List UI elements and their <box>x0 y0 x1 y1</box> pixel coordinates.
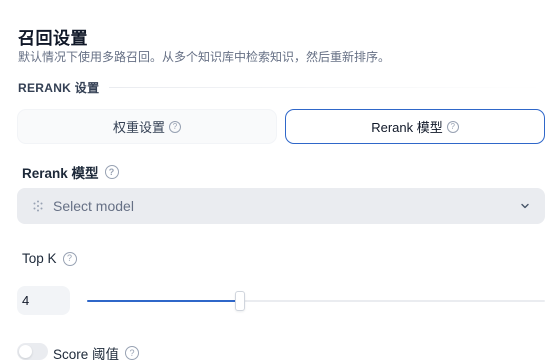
page-subtitle: 默认情况下使用多路召回。从多个知识库中检索知识，然后重新排序。 <box>18 50 391 64</box>
page-title: 召回设置 <box>18 29 88 48</box>
help-circle-icon[interactable]: ? <box>62 251 77 266</box>
tab-weight-settings[interactable]: 权重设置 ? <box>17 109 277 144</box>
select-placeholder: Select model <box>53 198 134 214</box>
chevron-down-icon <box>519 200 531 212</box>
section-divider <box>109 86 545 88</box>
top-k-label-row: Top K ? <box>22 251 77 266</box>
slider-thumb[interactable] <box>235 291 245 311</box>
top-k-input[interactable] <box>17 286 70 315</box>
top-k-label: Top K <box>22 251 57 266</box>
score-threshold-label: Score 阈值 <box>53 347 120 360</box>
rerank-model-select[interactable]: Select model <box>17 188 545 224</box>
help-circle-icon[interactable]: ? <box>104 165 119 179</box>
help-circle-icon[interactable]: ? <box>169 120 181 133</box>
score-threshold-toggle[interactable] <box>17 343 48 360</box>
slider-fill <box>87 300 240 302</box>
toggle-knob <box>19 345 32 358</box>
section-label: RERANK 设置 <box>18 80 100 95</box>
rerank-section-header: RERANK 设置 <box>18 79 545 95</box>
top-k-slider[interactable] <box>87 291 545 311</box>
score-threshold-label-row: Score 阈值 ? <box>53 343 140 360</box>
help-circle-icon[interactable]: ? <box>446 120 459 133</box>
tab-rerank-label: Rerank 模型 <box>371 120 443 135</box>
cube-icon <box>31 199 45 213</box>
rerank-model-label-row: Rerank 模型 ? <box>22 162 119 182</box>
rerank-model-label: Rerank 模型 <box>22 166 99 181</box>
tab-rerank-model[interactable]: Rerank 模型 ? <box>285 109 545 144</box>
help-circle-icon[interactable]: ? <box>125 346 140 360</box>
tab-weight-label: 权重设置 <box>112 120 165 135</box>
